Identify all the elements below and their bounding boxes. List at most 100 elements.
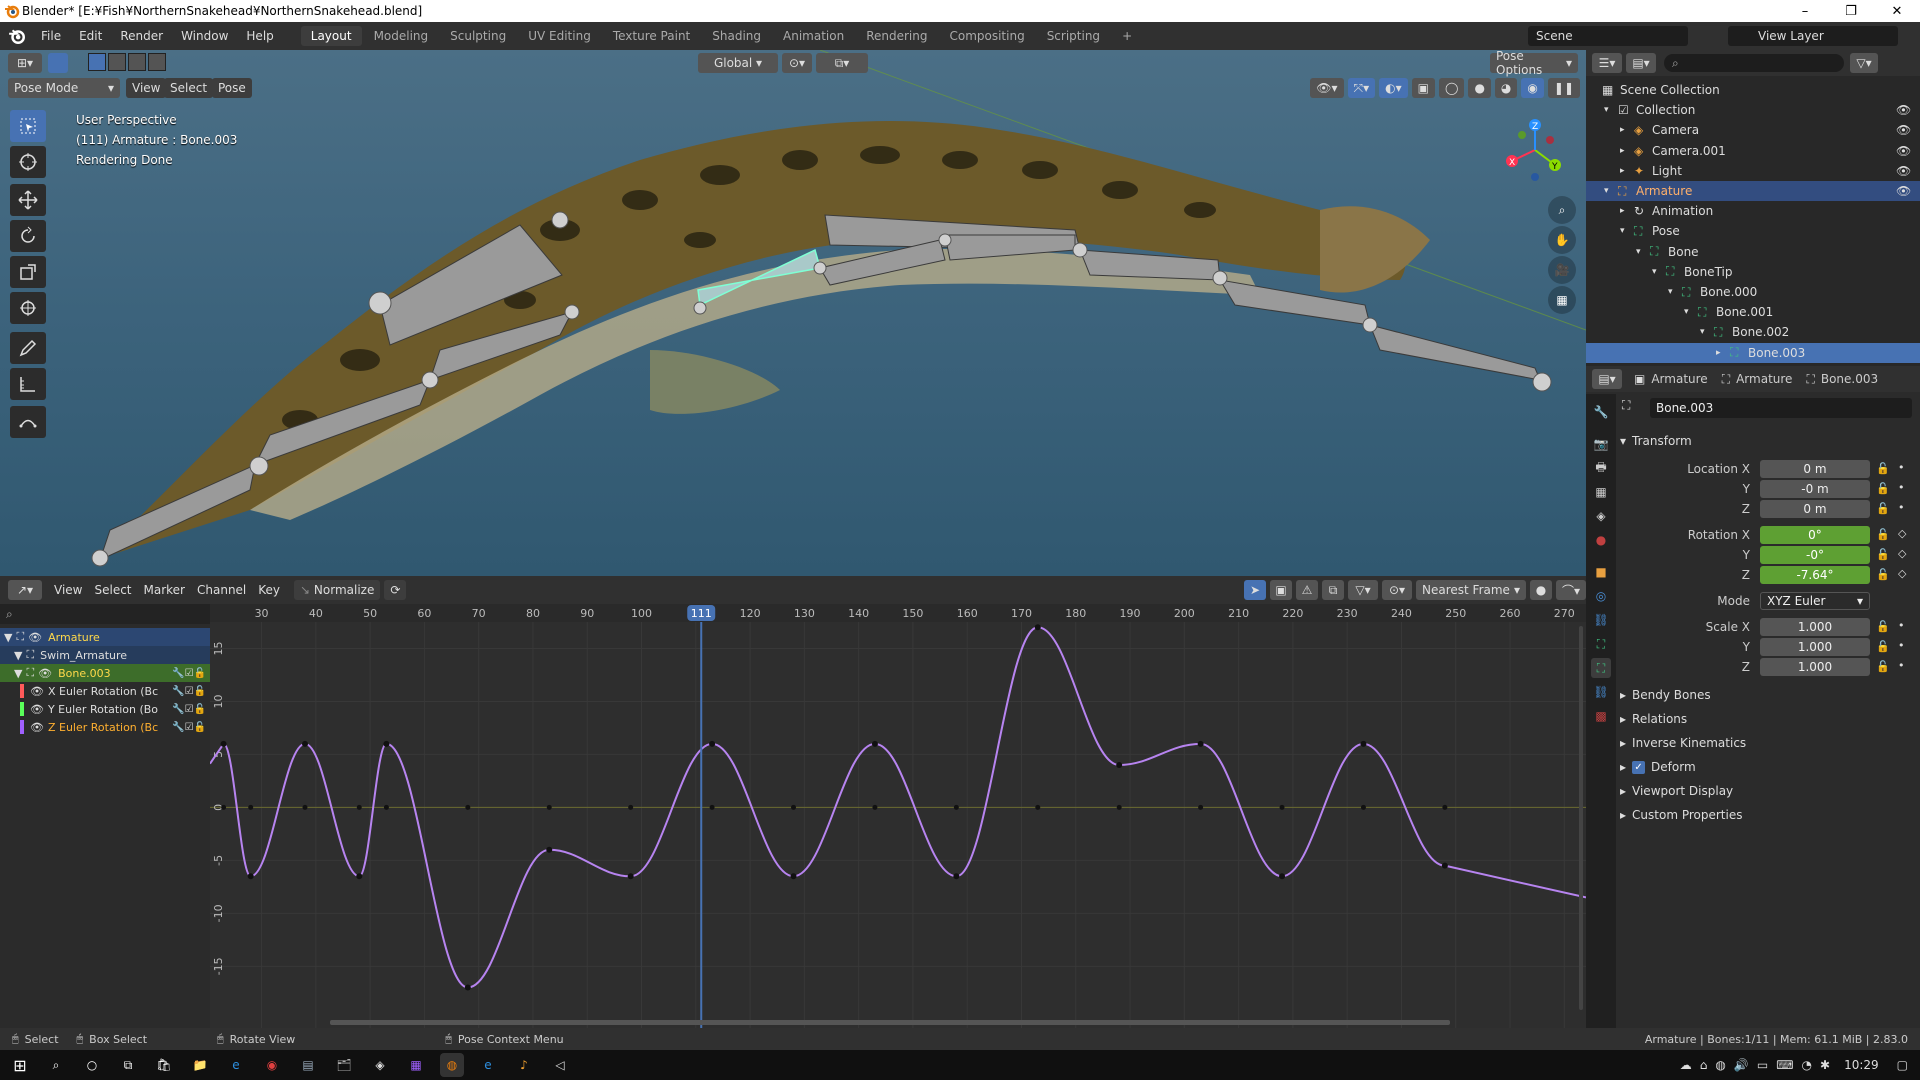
3d-viewport[interactable] <box>0 50 1586 576</box>
keyframe-point[interactable] <box>546 846 553 853</box>
graph-area[interactable]: 30 40 50 60 70 80 90 100 120 130 140 150 160 170 180 19… <box>210 604 1586 1028</box>
deform-panel[interactable]: ▸ ✓ Deform <box>1620 756 1920 778</box>
blender-menu-icon[interactable] <box>8 27 26 45</box>
expand-arrow-icon[interactable]: ▸ <box>1620 166 1625 176</box>
network-icon[interactable]: ⌂ <box>1700 1058 1708 1072</box>
flat-curve-keyframe[interactable] <box>791 804 797 810</box>
keyframe-point[interactable] <box>709 740 716 747</box>
frame-ruler[interactable] <box>210 604 1586 622</box>
pan-hand-icon[interactable]: ✋ <box>1548 226 1576 254</box>
visibility-icon[interactable]: 👁▾ <box>1310 78 1344 98</box>
set-selection-icon[interactable] <box>88 53 106 71</box>
lock-icon[interactable]: 🔓 <box>1876 528 1890 541</box>
keyframe-diamond-icon[interactable]: ◇ <box>1898 547 1906 560</box>
keyframe-point[interactable] <box>301 740 308 747</box>
navigation-gizmo[interactable]: X Y Z <box>1500 115 1570 185</box>
proportional-edit-icon[interactable]: ● <box>1530 580 1552 600</box>
visibility-eye-icon[interactable]: 👁 <box>30 685 44 698</box>
channel-y-rotation[interactable]: 👁 Y Euler Rotation (Bo 🔧☑🔓 <box>0 700 210 718</box>
windows-start-icon[interactable]: ⊞ <box>8 1053 32 1077</box>
shield-icon[interactable]: ◍ <box>1715 1058 1725 1072</box>
tab-modeling[interactable]: Modeling <box>364 26 439 46</box>
location-x-field[interactable]: 0 m <box>1760 460 1870 478</box>
menu-render[interactable]: Render <box>111 22 172 50</box>
channel-action[interactable]: ▼ ⛶ Swim_Armature <box>0 646 210 664</box>
battery-icon[interactable]: ▭ <box>1757 1058 1768 1072</box>
animate-dot-icon[interactable]: • <box>1898 461 1905 474</box>
outliner-row-bone-000[interactable]: ▾ ⛶ Bone.000 <box>1586 282 1920 302</box>
keyframe-point[interactable] <box>1279 873 1286 880</box>
cloud-icon[interactable]: ☁ <box>1680 1058 1692 1072</box>
pause-render-icon[interactable]: ❚❚ <box>1547 78 1580 98</box>
viewport-display-panel[interactable]: ▸ Viewport Display <box>1620 780 1920 802</box>
flat-curve-keyframe[interactable] <box>1116 804 1122 810</box>
lock-icon[interactable]: 🔓 <box>1876 568 1890 581</box>
breadcrumb-object[interactable]: Armature <box>1651 372 1707 386</box>
menu-help[interactable]: Help <box>237 22 282 50</box>
cursor-tool[interactable] <box>10 146 46 178</box>
custom-properties-panel[interactable]: ▸ Custom Properties <box>1620 804 1920 826</box>
show-hidden-icon[interactable]: ▣ <box>1270 580 1292 600</box>
visibility-eye-icon[interactable]: 👁 <box>1896 103 1911 117</box>
constraints-tab-icon[interactable]: ⛓ <box>1591 610 1611 630</box>
graph-menu-channel[interactable]: Channel <box>191 580 252 600</box>
keyboard-icon[interactable]: ⌨ <box>1776 1058 1793 1072</box>
outliner-row-pose[interactable]: ▾ ⛶ Pose <box>1586 221 1920 241</box>
select-mode-button[interactable] <box>48 53 68 73</box>
expand-arrow-icon[interactable]: ▼ <box>14 649 22 662</box>
animate-dot-icon[interactable]: • <box>1898 501 1905 514</box>
flat-curve-keyframe[interactable] <box>1198 804 1204 810</box>
outliner-editor-type[interactable]: ☰▾ <box>1592 53 1622 73</box>
normalize-toggle[interactable]: ↘ Normalize <box>294 580 381 600</box>
tab-texture-paint[interactable]: Texture Paint <box>603 26 700 46</box>
scene-selector[interactable]: Scene <box>1528 26 1688 46</box>
mode-selector[interactable]: Pose Mode ▾ <box>8 78 120 98</box>
modifier-wrench-icon[interactable]: 🔧☑🔓 <box>172 668 206 679</box>
app-icon-2[interactable]: 🗂 <box>332 1053 356 1077</box>
wifi-icon[interactable]: ◔ <box>1802 1058 1812 1072</box>
flat-curve-keyframe[interactable] <box>709 804 715 810</box>
lock-icon[interactable]: 🔓 <box>1876 548 1890 561</box>
animate-dot-icon[interactable]: • <box>1898 619 1905 632</box>
zoom-icon[interactable]: ⌕ <box>1548 196 1576 224</box>
file-explorer-icon[interactable]: 📁 <box>188 1053 212 1077</box>
outliner-row-animation[interactable]: ▸ ↻ Animation <box>1586 201 1920 221</box>
keyframe-point[interactable] <box>1034 624 1041 631</box>
keyframe-point[interactable] <box>1116 762 1123 769</box>
camera-view-icon[interactable]: 🎥 <box>1548 256 1576 284</box>
search-icon[interactable]: ⌕ <box>44 1053 68 1077</box>
channel-armature[interactable]: ▼ ⛶ 👁 Armature <box>0 628 210 646</box>
app-icon-1[interactable]: ▤ <box>296 1053 320 1077</box>
outliner-row-bonetip[interactable]: ▾ ⛶ BoneTip <box>1586 262 1920 282</box>
flat-curve-keyframe[interactable] <box>1360 804 1366 810</box>
outliner-row-scene-collection[interactable]: ▦ Scene Collection <box>1586 80 1920 100</box>
object-tab-icon[interactable]: ■ <box>1591 562 1611 582</box>
graph-editor-type-button[interactable]: ↗▾ <box>8 580 42 600</box>
snap-mode-dropdown[interactable]: Nearest Frame ▾ <box>1416 580 1526 600</box>
clock[interactable]: 10:29 <box>1844 1058 1879 1072</box>
expand-arrow-icon[interactable]: ▾ <box>1700 327 1705 337</box>
horizontal-scrollbar[interactable] <box>330 1020 1450 1025</box>
create-ghost-icon[interactable]: ⧉ <box>1322 580 1344 600</box>
flat-curve-keyframe[interactable] <box>546 804 552 810</box>
tab-animation[interactable]: Animation <box>773 26 854 46</box>
expand-arrow-icon[interactable]: ▸ <box>1716 348 1721 358</box>
menu-window[interactable]: Window <box>172 22 237 50</box>
inverse-kinematics-panel[interactable]: ▸ Inverse Kinematics <box>1620 732 1920 754</box>
flat-curve-keyframe[interactable] <box>356 804 362 810</box>
outliner-filter-icon[interactable]: ▽▾ <box>1850 53 1878 73</box>
snap-toggle[interactable]: ⧉▾ <box>816 53 868 73</box>
keyframe-point[interactable] <box>220 740 227 747</box>
render-tab-icon[interactable]: 📷 <box>1591 434 1611 454</box>
outliner-row-light[interactable]: ▸ ✦ Light 👁 <box>1586 161 1920 181</box>
channel-bone-group[interactable]: ▼ ⛶ 👁 Bone.003 🔧☑🔓 <box>0 664 210 682</box>
app-icon-3[interactable]: ◈ <box>368 1053 392 1077</box>
filter-icon[interactable]: ▽▾ <box>1348 580 1378 600</box>
lock-icon[interactable]: 🔓 <box>1876 660 1890 673</box>
tab-sculpting[interactable]: Sculpting <box>440 26 516 46</box>
task-view-icon[interactable]: ⧉ <box>116 1053 140 1077</box>
transform-orientation-dropdown[interactable]: Global ▾ <box>698 53 778 73</box>
lock-icon[interactable]: 🔓 <box>1876 462 1890 475</box>
texture-tab-icon[interactable]: ▩ <box>1591 706 1611 726</box>
app-icon-4[interactable]: ▦ <box>404 1053 428 1077</box>
